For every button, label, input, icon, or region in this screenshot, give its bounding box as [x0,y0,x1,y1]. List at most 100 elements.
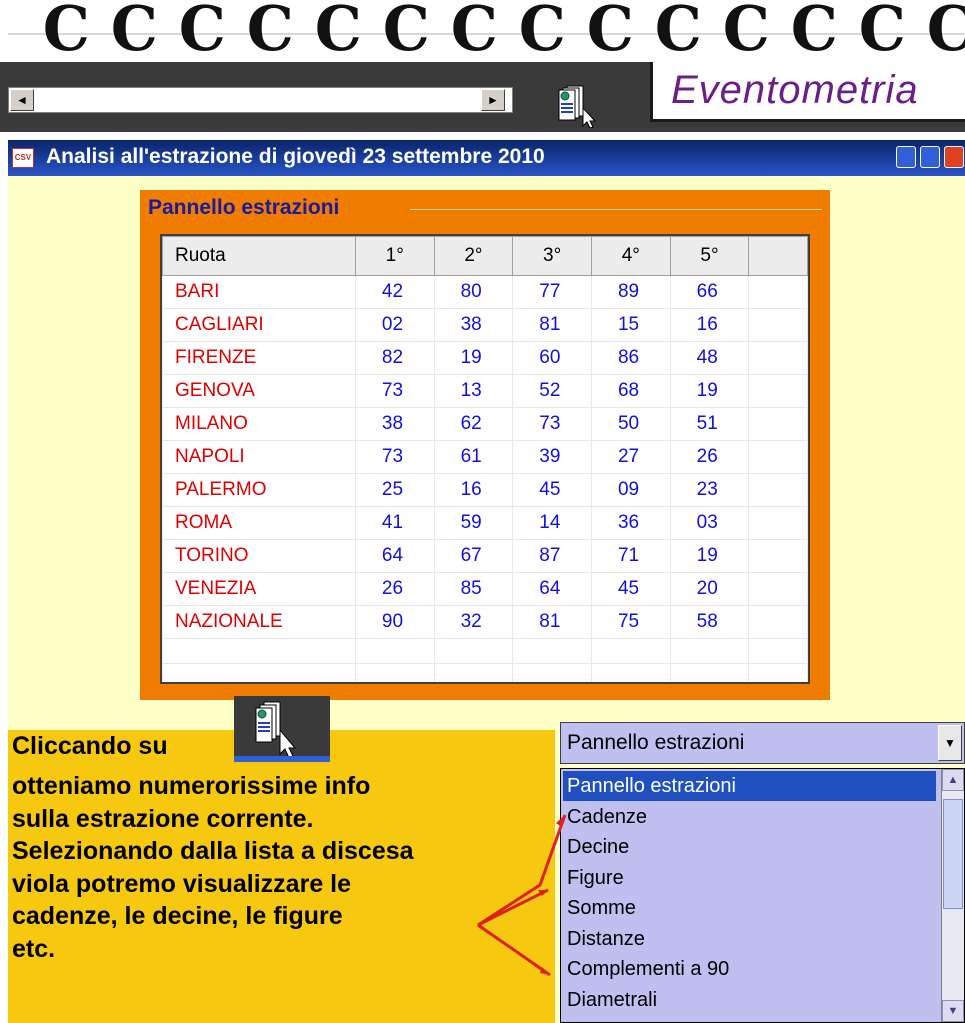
empty-cell [162,663,356,682]
empty-cell [748,374,808,408]
number-cell: 80 [433,275,514,309]
header-1[interactable]: 1° [354,236,435,276]
spiral-ring-icon: С [382,0,430,62]
number-cell: 25 [354,473,435,507]
number-cell: 61 [433,440,514,474]
dropdown-option[interactable]: Figure [563,863,624,893]
view-select[interactable]: Pannello estrazioni ▼ [560,722,965,764]
number-cell: 23 [669,473,750,507]
number-cell: 45 [590,572,671,606]
table-row[interactable]: GENOVA 73 13 52 68 19 [162,374,808,408]
ruota-cell: ROMA [162,506,356,540]
header-ruota[interactable]: Ruota [162,236,356,276]
dropdown-scrollbar[interactable]: ▲ ▼ [941,769,964,1022]
view-select-value: Pannello estrazioni [567,731,745,754]
header-4[interactable]: 4° [590,236,671,276]
number-cell: 16 [433,473,514,507]
chevron-down-icon[interactable]: ▼ [938,725,962,761]
table-row[interactable]: MILANO 38 62 73 50 51 [162,407,808,441]
number-cell: 81 [512,308,592,342]
grid-header-row: Ruota 1° 2° 3° 4° 5° [162,236,808,276]
number-cell: 77 [512,275,592,309]
empty-cell [748,572,808,606]
number-cell: 13 [433,374,514,408]
dropdown-option[interactable]: Complementi a 90 [563,954,729,984]
app-title-box: Eventometria [650,62,965,122]
dropdown-option[interactable]: Pannello estrazioni [563,771,936,801]
chevron-down-icon[interactable]: ▼ [942,1000,964,1022]
horizontal-scrollbar[interactable]: ◄ ► [8,87,513,113]
header-3[interactable]: 3° [512,236,592,276]
note-line: sulla estrazione corrente. [12,804,314,833]
ruota-cell: NAPOLI [162,440,356,474]
table-row[interactable]: BARI 42 80 77 89 66 [162,275,808,309]
panel-frame-line [410,209,822,210]
table-row[interactable]: NAPOLI 73 61 39 27 26 [162,440,808,474]
spiral-ring-icon: С [654,0,702,62]
number-cell: 75 [590,605,671,639]
app-title: Eventometria [671,68,919,112]
chevron-up-icon[interactable]: ▲ [942,769,964,791]
maximize-icon[interactable] [920,146,940,168]
number-cell: 73 [354,374,435,408]
spiral-ring-icon: С [178,0,226,62]
empty-cell [354,663,435,682]
window-title: Analisi all'estrazione di giovedì 23 set… [46,145,545,168]
minimize-icon[interactable] [896,146,916,168]
spiral-ring-icon: С [314,0,362,62]
number-cell: 86 [590,341,671,375]
table-row[interactable]: NAZIONALE 90 32 81 75 58 [162,605,808,639]
dropdown-option[interactable]: Decine [563,832,629,862]
spiral-ring-icon: С [586,0,634,62]
number-cell: 73 [354,440,435,474]
empty-cell [748,341,808,375]
empty-cell [354,638,435,664]
dropdown-option[interactable]: Somme [563,893,636,923]
header-empty [748,236,808,276]
extraction-grid[interactable]: Ruota 1° 2° 3° 4° 5° BARI 42 80 77 89 66 CAGLI… [160,234,810,684]
header-2[interactable]: 2° [433,236,514,276]
table-row[interactable]: VENEZIA 26 85 64 45 20 [162,572,808,606]
table-row[interactable]: TORINO 64 67 87 71 19 [162,539,808,573]
number-cell: 59 [433,506,514,540]
number-cell: 19 [433,341,514,375]
number-cell: 62 [433,407,514,441]
number-cell: 50 [590,407,671,441]
scrollbar-thumb[interactable] [943,799,963,909]
empty-cell [433,663,514,682]
empty-cell [748,605,808,639]
spiral-binding: СССССССССССССС [0,0,965,62]
header-5[interactable]: 5° [669,236,750,276]
spiral-ring-icon: С [450,0,498,62]
table-row[interactable]: ROMA 41 59 14 36 03 [162,506,808,540]
table-row[interactable]: CAGLIARI 02 38 81 15 16 [162,308,808,342]
number-cell: 60 [512,341,592,375]
spiral-ring-icon: С [518,0,566,62]
dropdown-option[interactable]: Diametrali [563,985,657,1015]
panel-title: Pannello estrazioni [146,196,342,220]
note-line: viola potremo visualizzare le [12,869,352,898]
empty-row [162,638,808,664]
table-row[interactable]: PALERMO 25 16 45 09 23 [162,473,808,507]
number-cell: 32 [433,605,514,639]
note-line: otteniamo numerorissime info [12,772,371,800]
number-cell: 39 [512,440,592,474]
dropdown-option[interactable]: Cadenze [563,802,647,832]
number-cell: 81 [512,605,592,639]
icon-underline [234,756,330,762]
empty-cell [512,638,592,664]
scroll-right-button[interactable]: ► [481,89,505,111]
spiral-ring-icon: С [110,0,158,62]
empty-cell [590,663,671,682]
close-icon[interactable] [944,146,964,168]
number-cell: 85 [433,572,514,606]
empty-cell [748,506,808,540]
number-cell: 68 [590,374,671,408]
dropdown-option[interactable]: Distanze [563,924,645,954]
table-row[interactable]: FIRENZE 82 19 60 86 48 [162,341,808,375]
note-line: etc. [12,934,56,963]
view-dropdown-list[interactable]: Pannello estrazioni Cadenze Decine Figure So… [560,768,965,1023]
scroll-left-button[interactable]: ◄ [10,89,34,111]
empty-cell [748,440,808,474]
document-globe-icon[interactable] [553,82,601,129]
